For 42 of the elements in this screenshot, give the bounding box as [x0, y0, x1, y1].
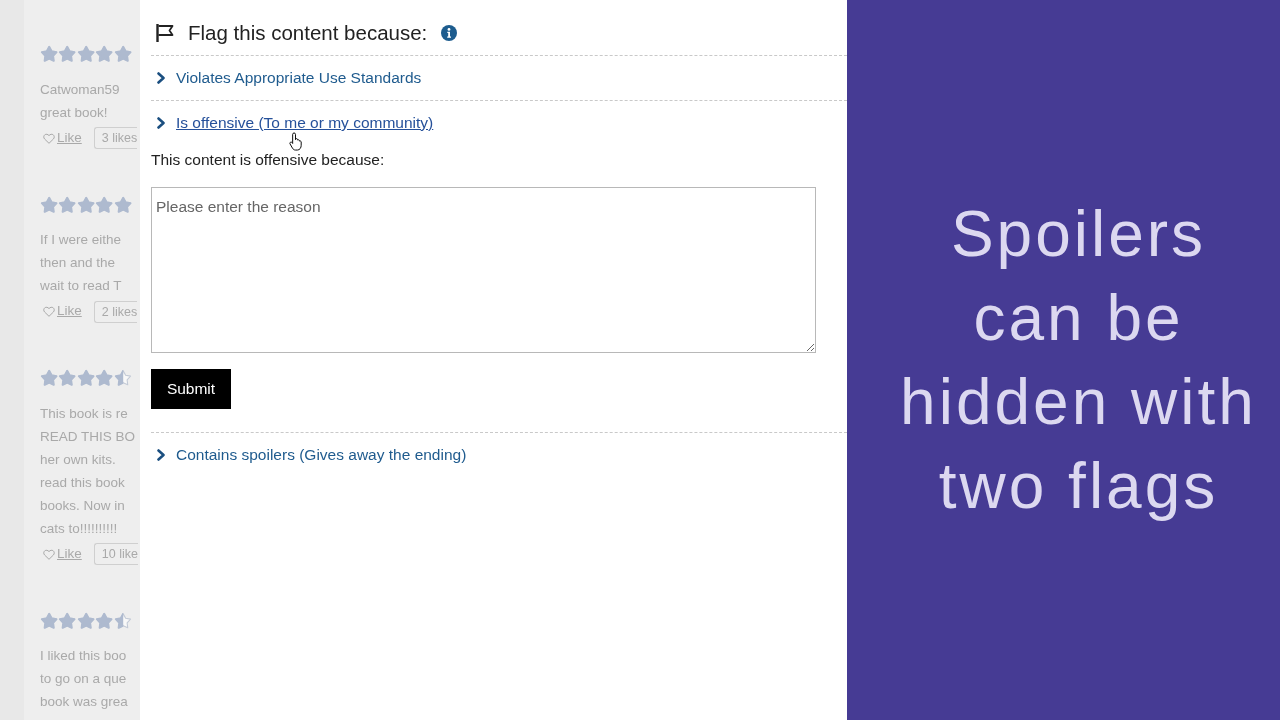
star-icon — [40, 611, 59, 630]
star-icon — [58, 45, 77, 63]
caption-text: Spoilers can be hidden with two flags — [899, 197, 1258, 524]
star-icon — [76, 45, 96, 63]
star-icon — [76, 195, 96, 214]
star-icon — [58, 369, 77, 387]
prompt-text: This content is offensive because: — [151, 150, 385, 170]
star-icon — [95, 195, 114, 214]
star-icon — [76, 611, 96, 630]
review-text: This book is re READ THIS BO her own kits. read this book books. Now in cats to!!!!!!!!!! — [40, 404, 137, 538]
star-icon — [113, 45, 132, 63]
star-icon — [40, 195, 59, 214]
heart-icon[interactable] — [43, 132, 55, 144]
likes-count: 10 like — [93, 543, 138, 565]
submit-button[interactable]: Submit — [151, 369, 231, 409]
hand-pointer-cursor-icon — [288, 132, 303, 151]
chevron-icon — [157, 449, 165, 461]
likes-count: 2 likes — [93, 300, 138, 323]
heart-icon[interactable] — [43, 306, 55, 317]
star-icon — [95, 611, 114, 630]
star-icon — [76, 369, 96, 387]
review-text: Catwoman59 great book! — [40, 80, 121, 122]
star-icon — [58, 195, 77, 214]
star-icon — [113, 369, 132, 387]
star-icon — [95, 369, 114, 387]
star-icon — [95, 45, 114, 63]
chevron-icon — [157, 72, 165, 84]
reason-link[interactable]: Violates Appropriate Use Standards — [176, 67, 422, 89]
chevron-icon — [157, 117, 165, 129]
star-icon — [40, 369, 59, 387]
info-icon[interactable] — [441, 25, 458, 41]
reason-field[interactable]: Please enter the reason — [151, 187, 816, 353]
star-icon — [40, 45, 59, 63]
heart-icon[interactable] — [43, 548, 55, 560]
likes-count: 3 likes — [93, 127, 138, 149]
flag-icon — [155, 23, 175, 43]
dialog-title: Flag this content because: — [188, 20, 428, 46]
star-icon — [113, 195, 132, 214]
reason-link[interactable]: Contains spoilers (Gives away the ending) — [176, 444, 467, 466]
star-icon — [58, 611, 77, 630]
star-icon — [113, 611, 132, 630]
reason-link[interactable]: Is offensive (To me or my community) — [176, 112, 434, 134]
